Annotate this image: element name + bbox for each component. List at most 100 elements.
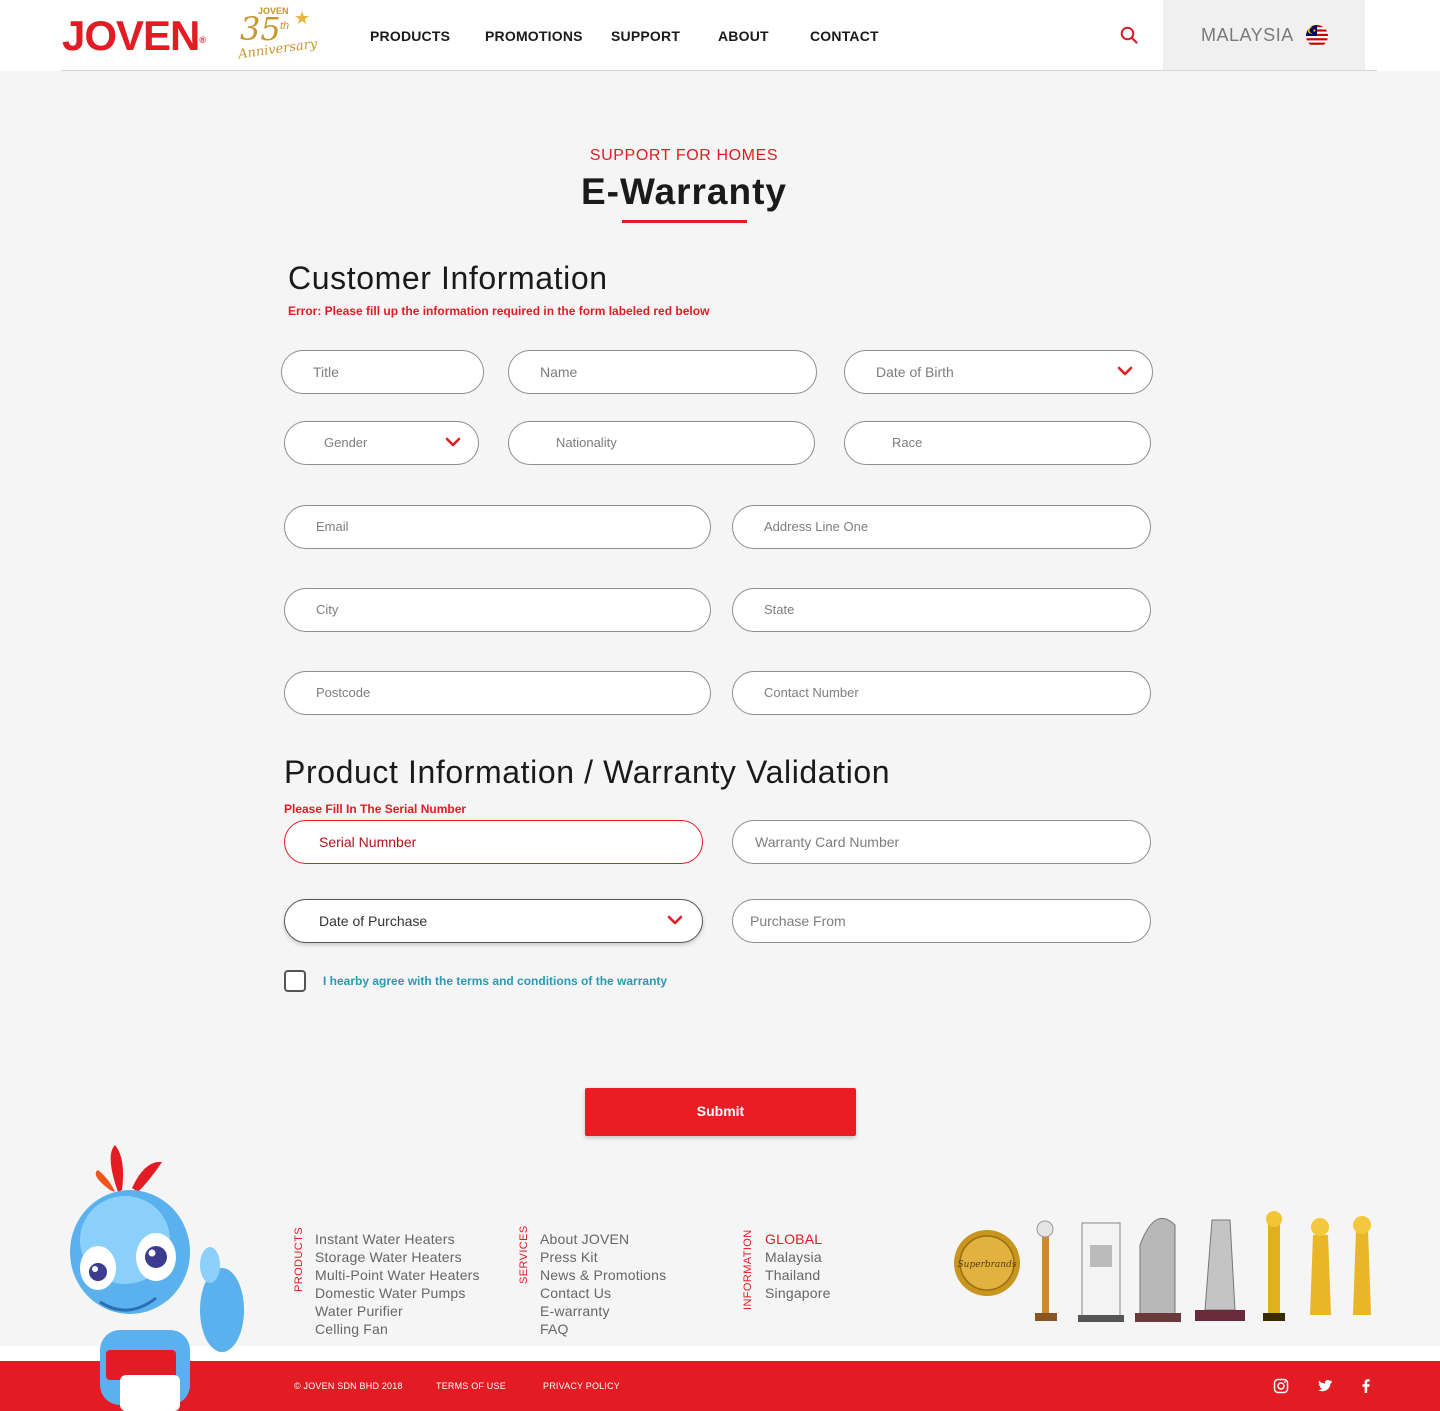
city-placeholder: City <box>316 602 339 617</box>
footer-link[interactable]: Singapore <box>765 1284 831 1302</box>
address-line-one-field[interactable]: Address Line One <box>732 505 1151 549</box>
state-field[interactable]: State <box>732 588 1151 632</box>
anniversary-badge: JOVEN 35 th ★ Anniversary <box>236 6 318 64</box>
trophy-icon <box>1310 1218 1331 1315</box>
terms-of-use-link[interactable]: TERMS OF USE <box>436 1381 506 1391</box>
race-field[interactable]: Race <box>844 421 1151 465</box>
postcode-field[interactable]: Postcode <box>284 671 711 715</box>
nav-products[interactable]: PRODUCTS <box>370 28 450 44</box>
footer-link[interactable]: Domestic Water Pumps <box>315 1284 480 1302</box>
page-title: E-Warranty <box>580 171 787 212</box>
svg-text:Superbrands: Superbrands <box>958 1260 1017 1270</box>
country-selector[interactable]: MALAYSIA <box>1163 0 1365 70</box>
instagram-icon[interactable] <box>1273 1378 1289 1394</box>
footer-info-label: INFORMATION <box>742 1229 754 1310</box>
date-of-purchase-select[interactable]: Date of Purchase <box>284 899 703 943</box>
warranty-card-number-field[interactable]: Warranty Card Number <box>732 820 1151 864</box>
footer-link[interactable]: Water Purifier <box>315 1302 480 1320</box>
footer-link[interactable]: News & Promotions <box>540 1266 666 1284</box>
nav-support[interactable]: SUPPORT <box>611 28 680 44</box>
anniv-suffix: th <box>280 20 290 32</box>
dob-select[interactable]: Date of Birth <box>844 350 1153 394</box>
nationality-placeholder: Nationality <box>556 435 617 450</box>
product-info-title: Product Information / Warranty Validatio… <box>284 754 891 790</box>
postcode-placeholder: Postcode <box>316 685 371 700</box>
footer-link[interactable]: Celling Fan <box>315 1320 480 1338</box>
email-field[interactable]: Email <box>284 505 711 549</box>
footer-services-list: About JOVEN Press Kit News & Promotions … <box>540 1230 666 1338</box>
gender-select[interactable]: Gender <box>284 421 479 465</box>
name-field[interactable]: Name <box>508 350 817 394</box>
customer-error-message: Error: Please fill up the information re… <box>288 304 710 318</box>
footer-link[interactable]: GLOBAL <box>765 1230 831 1248</box>
title-placeholder: Title <box>313 364 339 380</box>
site-header: JOVEN® JOVEN 35 th ★ Anniversary PRODUCT… <box>0 0 1440 71</box>
gender-placeholder: Gender <box>324 435 368 450</box>
email-placeholder: Email <box>316 519 349 534</box>
serial-placeholder: Serial Numnber <box>319 834 417 850</box>
malaysia-flag-icon <box>1306 25 1328 47</box>
nationality-field[interactable]: Nationality <box>508 421 815 465</box>
name-placeholder: Name <box>540 364 578 380</box>
title-underline <box>622 220 747 223</box>
footer-link[interactable]: Contact Us <box>540 1284 666 1302</box>
facebook-icon[interactable] <box>1358 1378 1374 1394</box>
twitter-icon[interactable] <box>1317 1378 1333 1394</box>
agree-terms-label[interactable]: I hearby agree with the terms and condit… <box>323 974 667 988</box>
serial-number-field[interactable]: Serial Numnber <box>284 820 703 864</box>
footer-products-list: Instant Water Heaters Storage Water Heat… <box>315 1230 480 1338</box>
footer-link[interactable]: Instant Water Heaters <box>315 1230 480 1248</box>
footer-link[interactable]: About JOVEN <box>540 1230 666 1248</box>
country-label: MALAYSIA <box>1201 25 1294 45</box>
footer-link[interactable]: Malaysia <box>765 1248 831 1266</box>
purchase-from-field[interactable]: Purchase From <box>732 899 1151 943</box>
anniv-number: 35 <box>240 10 281 48</box>
superbrands-badge: Superbrands <box>954 1230 1020 1296</box>
chevron-down-icon[interactable] <box>445 436 461 448</box>
contact-number-field[interactable]: Contact Number <box>732 671 1151 715</box>
agree-checkbox[interactable] <box>284 970 306 992</box>
trophy-icon <box>1195 1219 1245 1321</box>
footer-link[interactable]: Multi-Point Water Heaters <box>315 1266 480 1284</box>
warranty-card-placeholder: Warranty Card Number <box>755 834 900 850</box>
privacy-policy-link[interactable]: PRIVACY POLICY <box>543 1381 620 1391</box>
footer-products-label: PRODUCTS <box>293 1227 305 1292</box>
trophy-icon <box>1353 1216 1371 1315</box>
trophy-icon <box>1035 1220 1057 1321</box>
footer-link[interactable]: Thailand <box>765 1266 831 1284</box>
address-placeholder: Address Line One <box>764 519 869 534</box>
search-icon[interactable] <box>1120 26 1138 44</box>
city-field[interactable]: City <box>284 588 711 632</box>
purchase-date-placeholder: Date of Purchase <box>319 913 428 929</box>
purchase-from-placeholder: Purchase From <box>750 913 846 929</box>
copyright-text: © JOVEN SDN BHD 2018 <box>294 1381 403 1391</box>
nav-contact[interactable]: CONTACT <box>810 28 879 44</box>
serial-error-message: Please Fill In The Serial Number <box>284 802 467 816</box>
star-icon: ★ <box>294 8 311 28</box>
footer-services-label: SERVICES <box>518 1225 530 1284</box>
submit-button[interactable]: Submit <box>585 1088 856 1136</box>
footer-info-list: GLOBAL Malaysia Thailand Singapore <box>765 1230 831 1302</box>
dob-placeholder: Date of Birth <box>876 364 954 380</box>
footer-link[interactable]: FAQ <box>540 1320 666 1338</box>
nav-about[interactable]: ABOUT <box>718 28 769 44</box>
title-field[interactable]: Title <box>281 350 484 394</box>
footer-link[interactable]: E-warranty <box>540 1302 666 1320</box>
joven-logo[interactable]: JOVEN® <box>62 14 206 58</box>
race-placeholder: Race <box>892 435 923 450</box>
state-placeholder: State <box>764 602 795 617</box>
joven-mascot <box>70 1145 244 1411</box>
chevron-down-icon[interactable] <box>1117 365 1133 377</box>
nav-promotions[interactable]: PROMOTIONS <box>485 28 583 44</box>
page-eyebrow: SUPPORT FOR HOMES <box>589 147 779 164</box>
contact-placeholder: Contact Number <box>764 685 859 700</box>
trophy-icon <box>1078 1222 1124 1322</box>
header-divider <box>61 70 1377 71</box>
footer-link[interactable]: Storage Water Heaters <box>315 1248 480 1266</box>
trophy-icon <box>1135 1217 1181 1322</box>
customer-info-title: Customer Information <box>288 260 608 296</box>
trophy-icon <box>1263 1211 1285 1321</box>
footer-link[interactable]: Press Kit <box>540 1248 666 1266</box>
chevron-down-icon[interactable] <box>667 914 683 926</box>
awards-row: Superbrands <box>954 1211 1371 1322</box>
